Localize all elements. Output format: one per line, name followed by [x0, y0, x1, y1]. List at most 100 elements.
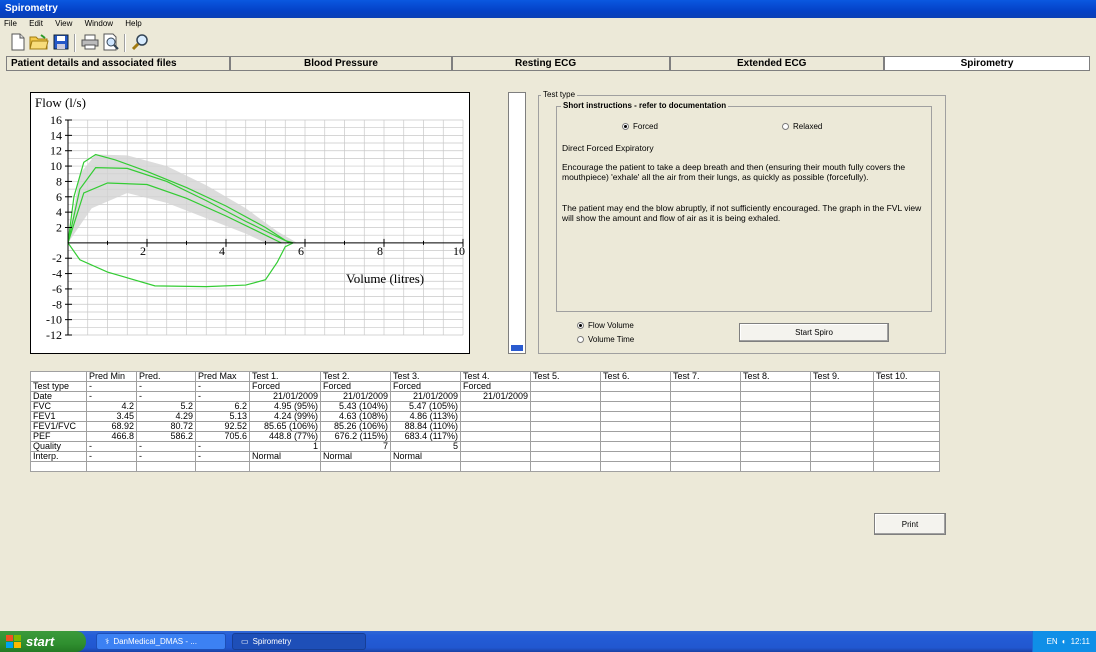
- table-cell: 683.4 (117%): [390, 431, 461, 442]
- table-cell: [670, 461, 741, 472]
- table-cell: -: [86, 441, 137, 452]
- column-header: Pred.: [136, 371, 196, 382]
- taskbar: start ⚕ DanMedical_DMAS - ... ▭ Spiromet…: [0, 631, 1096, 652]
- table-cell: Forced: [320, 381, 391, 392]
- table-cell: 21/01/2009: [249, 391, 321, 402]
- table-cell: [873, 461, 940, 472]
- radio-flow-volume-indicator: [577, 322, 584, 329]
- table-cell: [530, 461, 601, 472]
- window-title: Spirometry: [0, 0, 1096, 18]
- table-cell: [670, 391, 741, 402]
- table-cell: 4.24 (99%): [249, 411, 321, 422]
- radio-flow-volume-label: Flow Volume: [588, 321, 634, 330]
- tab-resting-ecg[interactable]: Resting ECG: [452, 56, 670, 70]
- app-icon: ⚕: [105, 637, 110, 646]
- column-header: Pred Min: [86, 371, 137, 382]
- table-row: FEV1/FVC 68.92 80.72 92.52 85.65 (106%) 85.26…: [30, 421, 940, 432]
- y-tick-label: -2: [52, 251, 62, 265]
- table-row: FEV1 3.45 4.29 5.13 4.24 (99%) 4.63 (108%) 4.8…: [30, 411, 940, 422]
- column-header: Test 9.: [810, 371, 874, 382]
- menu-edit[interactable]: Edit: [29, 19, 43, 28]
- table-cell: [670, 441, 741, 452]
- table-cell: [600, 381, 671, 392]
- toolbar: [0, 30, 1096, 56]
- table-cell: 80.72: [136, 421, 196, 432]
- table-cell: 4.86 (113%): [390, 411, 461, 422]
- table-cell: 21/01/2009: [390, 391, 461, 402]
- y-tick-label: 6: [56, 190, 62, 204]
- open-folder-icon[interactable]: [29, 32, 49, 52]
- taskbar-item-danmedical[interactable]: ⚕ DanMedical_DMAS - ...: [96, 633, 226, 650]
- table-cell: [810, 441, 874, 452]
- flow-volume-curve-4: [67, 242, 294, 288]
- table-cell: -: [136, 381, 196, 392]
- y-tick-label: 16: [50, 113, 62, 127]
- menu-view[interactable]: View: [55, 19, 72, 28]
- table-cell: [740, 421, 811, 432]
- language-indicator[interactable]: EN: [1047, 637, 1058, 646]
- save-icon[interactable]: [51, 32, 71, 52]
- tab-extended-ecg[interactable]: Extended ECG: [670, 56, 884, 70]
- column-header: Test 6.: [600, 371, 671, 382]
- menu-window[interactable]: Window: [85, 19, 113, 28]
- table-cell: 1: [249, 441, 321, 452]
- results-table: Pred Min Pred. Pred Max Test 1. Test 2. Test …: [30, 371, 940, 472]
- table-cell: Forced: [249, 381, 321, 392]
- volume-level-bar: [508, 92, 526, 354]
- table-cell: [670, 381, 741, 392]
- table-cell: [600, 451, 671, 462]
- table-cell: [195, 461, 250, 472]
- table-cell: [600, 391, 671, 402]
- flow-volume-plot: 161412108642-2-4-6-8-10-122 4 6 8 10 Flow (l…: [35, 95, 465, 342]
- table-cell: [600, 401, 671, 412]
- radio-volume-time-indicator: [577, 336, 584, 343]
- radio-forced-indicator: [622, 123, 629, 130]
- tab-patient-details[interactable]: Patient details and associated files: [6, 56, 230, 70]
- table-cell: Normal: [249, 451, 321, 462]
- print-button[interactable]: Print: [874, 513, 946, 535]
- table-cell: [740, 451, 811, 462]
- menu-help[interactable]: Help: [125, 19, 141, 28]
- table-cell: [810, 431, 874, 442]
- start-spiro-button[interactable]: Start Spiro: [739, 323, 889, 342]
- new-file-icon[interactable]: [8, 32, 28, 52]
- menu-file[interactable]: File: [4, 19, 17, 28]
- radio-flow-volume[interactable]: Flow Volume: [577, 321, 634, 330]
- radio-relaxed[interactable]: Relaxed: [782, 122, 822, 131]
- instructions-label: Short instructions - refer to documentat…: [561, 101, 729, 110]
- start-button[interactable]: start: [0, 631, 86, 652]
- row-label: Date: [30, 391, 87, 402]
- x-tick-label: 8: [377, 244, 383, 258]
- table-cell: [873, 401, 940, 412]
- table-cell: [810, 401, 874, 412]
- table-cell: -: [195, 391, 250, 402]
- tab-blood-pressure[interactable]: Blood Pressure: [230, 56, 452, 70]
- flow-volume-chart: 16 14 12 10 8 6 4 2 -2 -4 -6 -8 -10 -12 2 4 6 8 10 Flow (l…: [30, 92, 470, 354]
- table-cell: 5.13: [195, 411, 250, 422]
- radio-forced[interactable]: Forced: [622, 122, 658, 131]
- radio-relaxed-indicator: [782, 123, 789, 130]
- table-cell: [810, 381, 874, 392]
- table-cell: [873, 391, 940, 402]
- table-row: Date - - -21/01/2009 21/01/2009 21/01/2009 21/…: [30, 391, 940, 402]
- table-header-row: Pred Min Pred. Pred Max Test 1. Test 2. Test …: [30, 371, 940, 382]
- table-cell: 88.84 (110%): [390, 421, 461, 432]
- radio-volume-time-label: Volume Time: [588, 335, 635, 344]
- table-cell: 21/01/2009: [460, 391, 531, 402]
- column-header: [30, 371, 87, 382]
- print-preview-icon[interactable]: [101, 32, 121, 52]
- table-row: [30, 461, 940, 472]
- table-cell: [873, 421, 940, 432]
- tray-network-icon[interactable]: ◐: [1062, 637, 1067, 646]
- table-cell: [810, 451, 874, 462]
- windows-logo-icon: [6, 634, 21, 648]
- x-tick-label: 6: [298, 244, 304, 258]
- table-cell: [460, 421, 531, 432]
- y-tick-label: 14: [50, 128, 62, 142]
- find-icon[interactable]: [130, 32, 150, 52]
- table-cell: [873, 411, 940, 422]
- taskbar-item-spirometry[interactable]: ▭ Spirometry: [232, 633, 366, 650]
- table-cell: 92.52: [195, 421, 250, 432]
- print-icon[interactable]: [80, 32, 100, 52]
- radio-volume-time[interactable]: Volume Time: [577, 335, 634, 344]
